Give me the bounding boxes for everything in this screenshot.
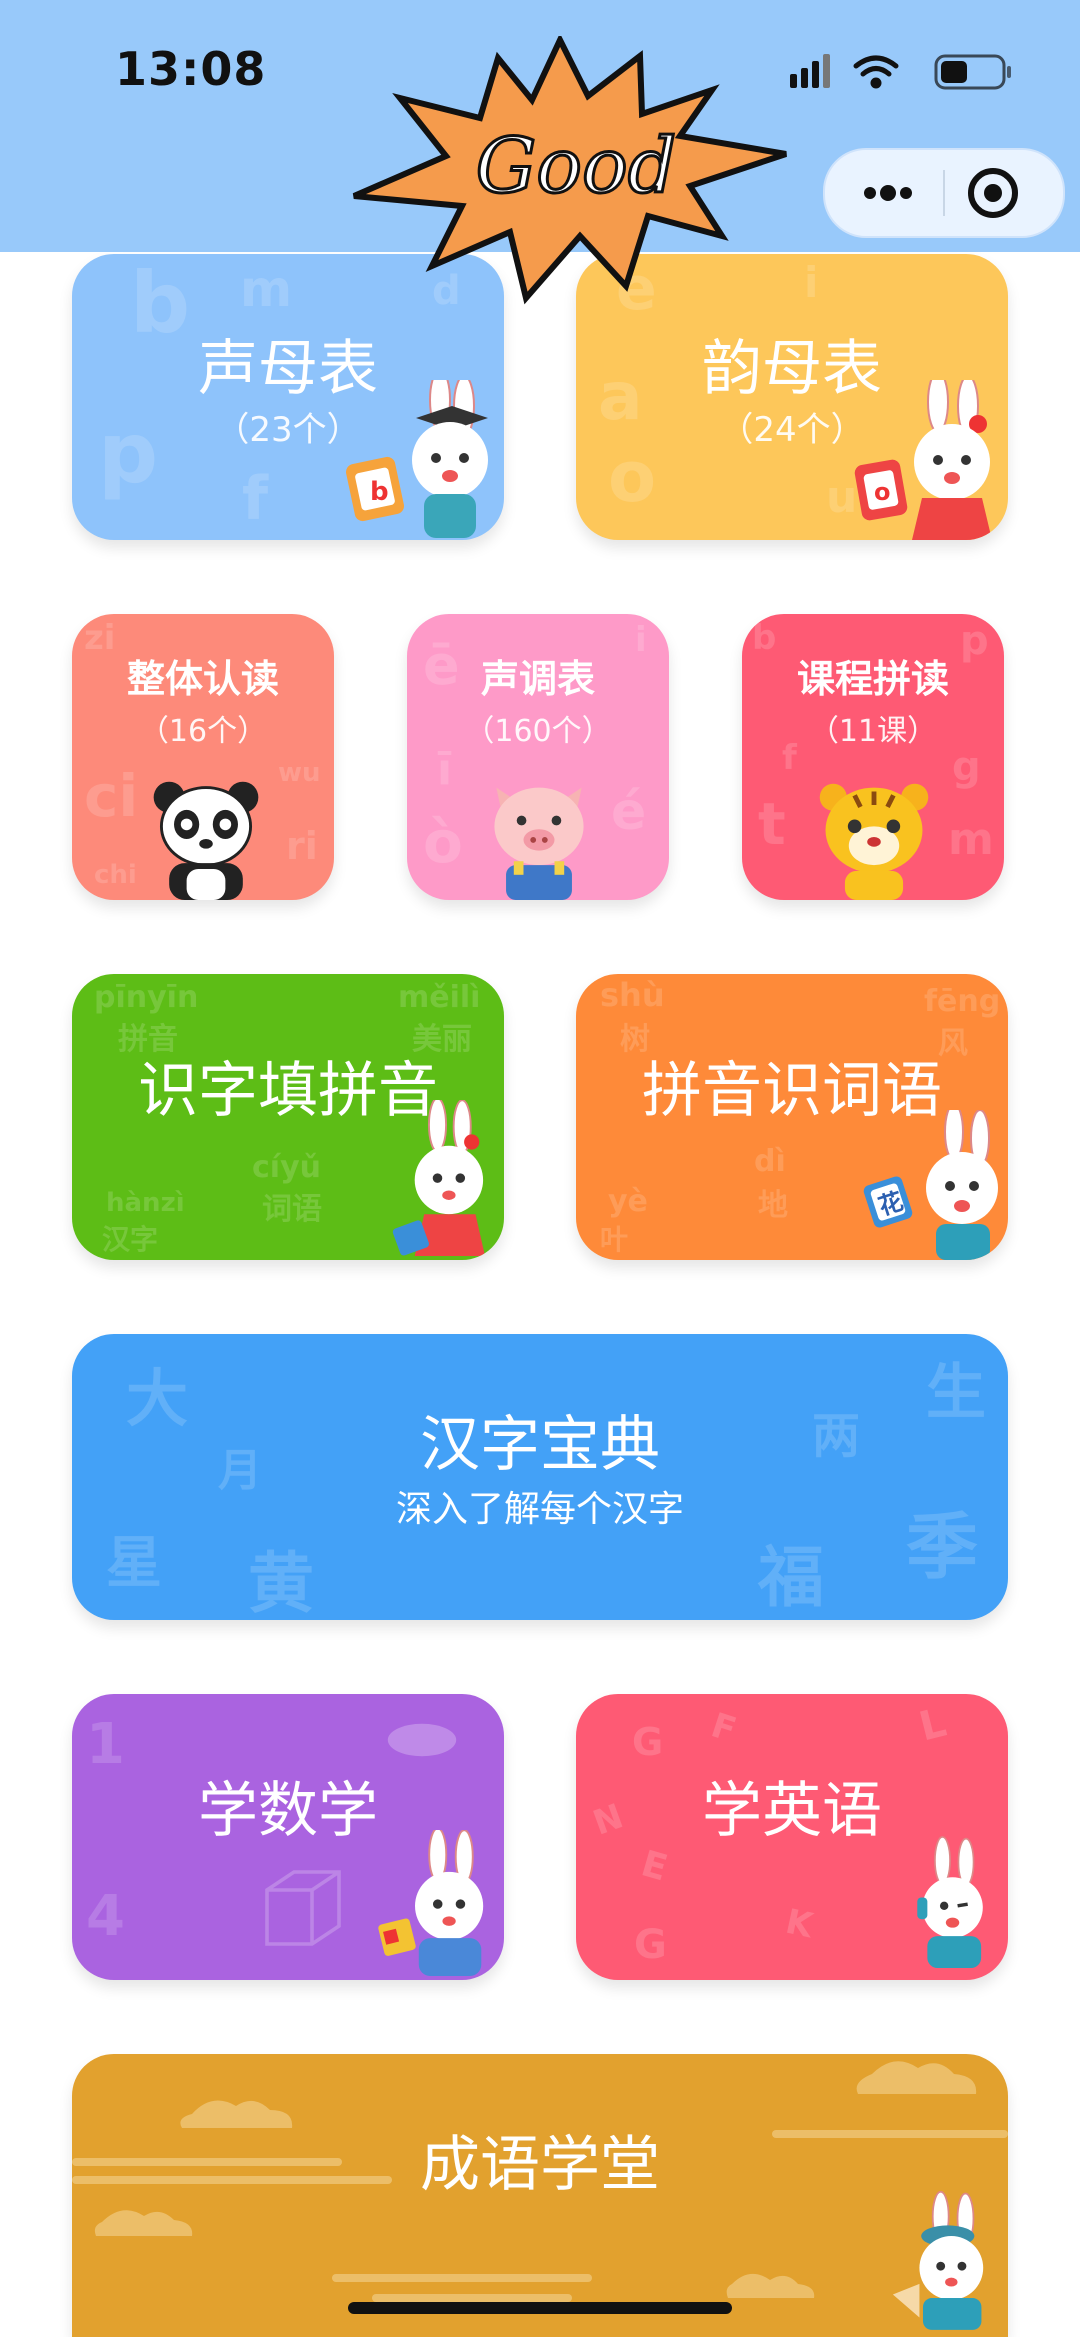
deco-number: 4 [86, 1884, 125, 1949]
deco-letter: ī [437, 744, 453, 795]
deco-word: 汉字 [102, 1223, 159, 1256]
rabbit-scholar-icon [892, 2190, 984, 2330]
panda-icon [153, 781, 259, 900]
deco-letter: i [804, 258, 819, 307]
wifi-icon [853, 55, 899, 89]
deco-word: shù [600, 976, 665, 1014]
deco-word: cíyǔ [252, 1150, 321, 1185]
card-shizi[interactable]: pīnyīn 拼音 měilì 美丽 cíyǔ 词语 hànzì 汉字 识字填拼… [72, 974, 504, 1260]
rabbit-girl-icon: o [854, 380, 992, 540]
card-pinyin[interactable]: shù 树 fēng 风 dì 地 yè 叶 拼音识词语 花 [576, 974, 1008, 1260]
deco-word: yè [608, 1184, 648, 1219]
card-shengdiao[interactable]: ē i ī ò é 声调表 （160个） [407, 614, 669, 900]
rabbit-graduate-icon: b [346, 380, 488, 538]
card-count: （16个） [138, 714, 268, 749]
pig-icon [494, 787, 584, 900]
deco-letter: ò [423, 808, 463, 876]
svg-text:b: b [370, 477, 389, 507]
card-count: （160个） [464, 714, 612, 749]
card-title: 整体认读 [126, 657, 279, 701]
signal-icon [790, 54, 830, 88]
svg-text:Good: Good [476, 121, 677, 210]
deco-letter: g [952, 744, 981, 790]
card-title: 汉字宝典 [420, 1410, 660, 1480]
deco-letter: ri [286, 824, 318, 868]
more-icon[interactable] [855, 170, 925, 216]
deco-char: 福 [758, 1539, 824, 1616]
deco-ellipse [387, 1723, 457, 1757]
status-time: 13:08 [115, 42, 267, 96]
card-title: 课程拼读 [796, 657, 949, 701]
deco-word: 词语 [262, 1192, 322, 1227]
deco-letter: wu [278, 758, 321, 788]
deco-word: fēng [924, 984, 1001, 1019]
deco-letter: E [636, 1843, 672, 1890]
card-title: 声调表 [480, 657, 595, 701]
deco-cube-icon [265, 1870, 341, 1946]
card-math[interactable]: 1 4 学数学 [72, 1694, 504, 1980]
deco-word: 地 [758, 1188, 788, 1223]
deco-letter: G [634, 1922, 667, 1968]
miniprogram-capsule [823, 148, 1065, 238]
status-icons [790, 54, 1011, 90]
deco-letter: é [611, 782, 647, 842]
deco-word: hànzì [106, 1188, 185, 1218]
tiger-icon [819, 783, 929, 900]
card-zhengti[interactable]: zi ci wu ri chi 整体认读 （16个） [72, 614, 334, 900]
card-hanzi[interactable]: 大 月 星 黄 生 两 季 福 汉字宝典 深入了解每个汉字 [72, 1334, 1008, 1620]
capsule-divider [943, 170, 945, 216]
card-title: 成语学堂 [420, 2130, 660, 2200]
rabbit-headphones-icon [917, 1836, 983, 1968]
deco-letter: K [782, 1901, 817, 1947]
deco-letter: G [632, 1720, 664, 1764]
deco-word: pīnyīn [94, 980, 199, 1015]
deco-letter: f [242, 464, 269, 534]
deco-letter: m [240, 260, 293, 318]
home-indicator [348, 2302, 732, 2314]
deco-word: dì [754, 1144, 786, 1179]
good-badge: Good [352, 36, 787, 305]
deco-letter: chi [94, 860, 137, 890]
card-english[interactable]: G F L N E K G 学英语 [576, 1694, 1008, 1980]
card-idiom[interactable]: 成语学堂 [72, 2054, 1008, 2337]
card-count: （11课） [808, 714, 938, 749]
rabbit-girl-icon [392, 1100, 485, 1256]
deco-word: 叶 [600, 1223, 629, 1256]
deco-letter: F [706, 1705, 741, 1751]
deco-letter: t [758, 790, 786, 858]
deco-letter: L [914, 1699, 951, 1751]
rabbit-astronaut-icon [378, 1830, 484, 1976]
close-miniprogram-icon[interactable] [963, 164, 1023, 222]
deco-letter: m [948, 814, 994, 865]
deco-char: 黄 [248, 1545, 314, 1620]
deco-word: měilì [398, 980, 481, 1015]
card-subtitle: 深入了解每个汉字 [395, 1489, 684, 1530]
deco-letter: ci [84, 762, 139, 830]
svg-text:o: o [874, 478, 891, 506]
card-kecheng[interactable]: b p f t g m 课程拼读 （11课） [742, 614, 1004, 900]
battery-icon [934, 54, 1011, 90]
